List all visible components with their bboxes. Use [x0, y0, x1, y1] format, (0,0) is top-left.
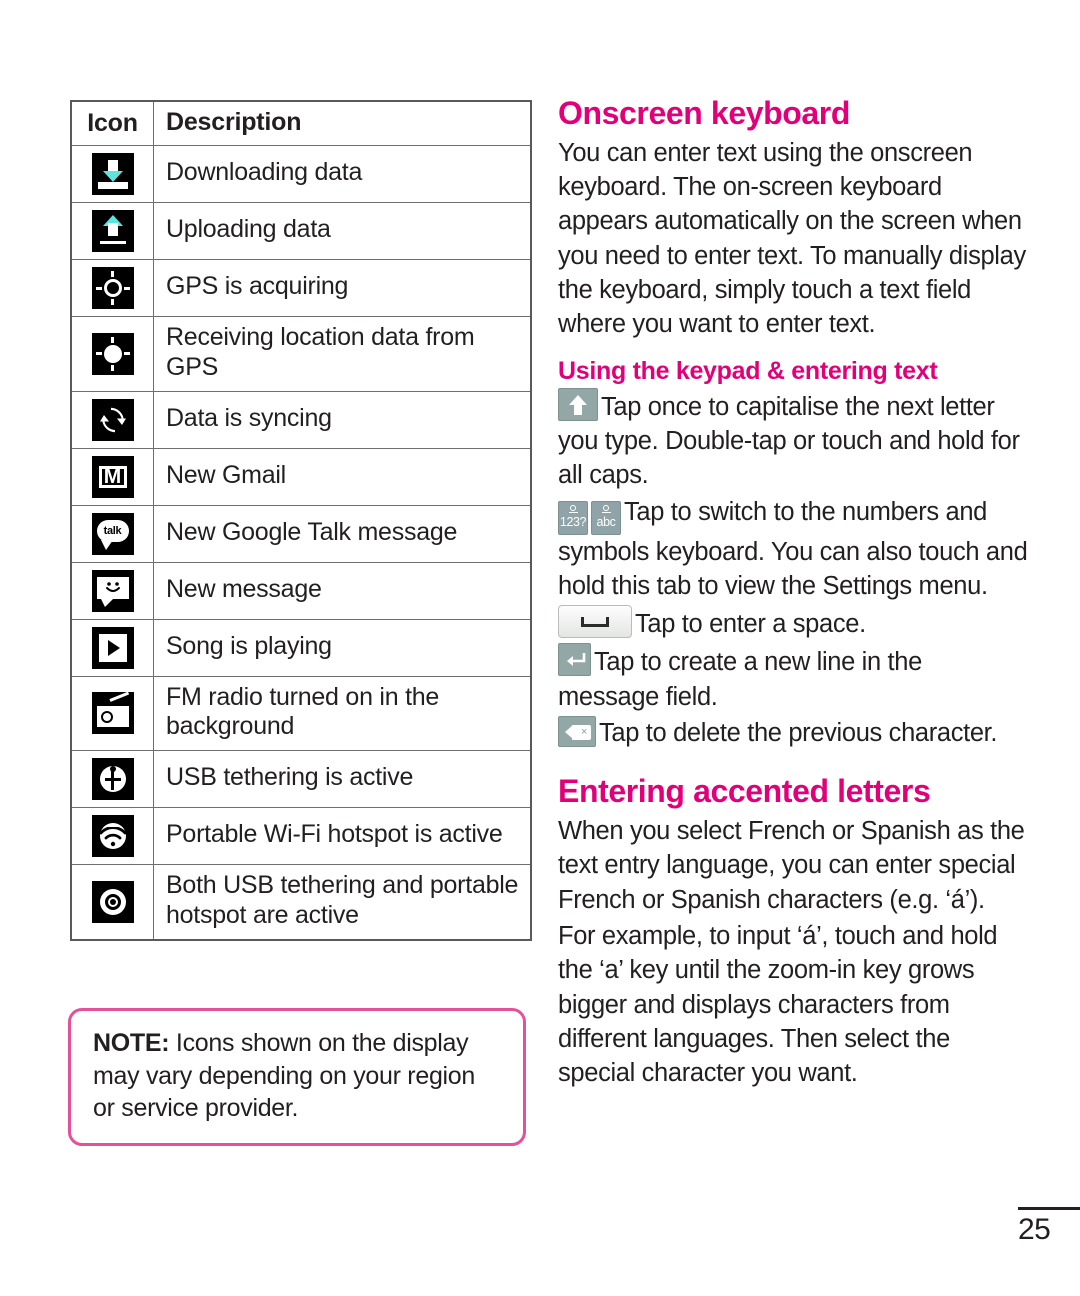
description-cell: USB tethering is active [153, 750, 532, 808]
abc-mode-key-icon: abc [591, 500, 621, 535]
icon-cell [70, 864, 154, 940]
description-cell: Both USB tethering and portable hotspot … [153, 864, 532, 940]
abc-key-label: abc [596, 514, 616, 529]
table-header: Icon Description [70, 100, 532, 146]
description-cell: New Gmail [153, 447, 532, 506]
icon-cell [70, 561, 154, 620]
status-icon-table: Icon Description Downloading data Upload… [70, 100, 532, 941]
icon-cell [70, 202, 154, 260]
gps-acquiring-icon [91, 267, 134, 309]
table-row: M New Gmail [70, 447, 532, 506]
upload-arrow-icon [91, 210, 134, 252]
column-header-description: Description [153, 100, 532, 146]
table-row: Both USB tethering and portable hotspot … [70, 864, 532, 940]
keypad-item-enter: Tap to create a new line in the message … [558, 643, 1028, 714]
description-cell: Song is playing [153, 618, 532, 677]
subsection-heading-using-keypad: Using the keypad & entering text [558, 356, 938, 385]
icon-cell [70, 750, 154, 808]
talk-label: talk [96, 519, 129, 542]
description-cell: Portable Wi-Fi hotspot is active [153, 807, 532, 865]
sync-icon [91, 398, 134, 441]
keypad-item-delete: × Tap to delete the previous character. [558, 715, 1028, 750]
keypad-item-shift-text: Tap once to capitalise the next letter y… [558, 392, 1020, 490]
icon-cell: talk [70, 504, 154, 563]
keypad-item-mode-switch: 123? abc Tap to switch to the numbers and … [558, 495, 1028, 604]
icon-cell [70, 316, 154, 392]
table-row: Uploading data [70, 202, 532, 260]
smiley-face [96, 576, 129, 599]
gmail-letter: M [98, 465, 127, 488]
keypad-item-space-text: Tap to enter a space. [635, 610, 866, 639]
note-callout: NOTE: Icons shown on the display may var… [68, 1008, 526, 1146]
download-arrow-icon [91, 153, 134, 195]
description-cell: Downloading data [153, 145, 532, 203]
new-message-icon [91, 569, 134, 612]
description-cell: New message [153, 561, 532, 620]
icon-cell [70, 618, 154, 677]
left-column: Icon Description Downloading data Upload… [70, 100, 535, 941]
table-row: talk New Google Talk message [70, 504, 532, 563]
gmail-icon: M [91, 455, 134, 498]
space-key-icon [558, 605, 632, 639]
table-body: Downloading data Uploading data GPS is a… [70, 145, 532, 940]
wifi-hotspot-icon [91, 815, 134, 857]
page-number: 25 [1018, 1213, 1051, 1246]
table-row: New message [70, 561, 532, 620]
keypad-item-mode-switch-text: Tap to switch to the numbers and symbols… [558, 497, 1028, 600]
google-talk-icon: talk [91, 512, 134, 555]
keypad-item-space: Tap to enter a space. [558, 605, 1028, 641]
numbers-mode-key-icon: 123? [558, 500, 588, 535]
play-icon [91, 626, 134, 669]
table-row: GPS is acquiring [70, 259, 532, 317]
table-row: FM radio turned on in the background [70, 675, 532, 751]
numbers-key-label: 123? [559, 514, 587, 529]
table-row: Portable Wi-Fi hotspot is active [70, 807, 532, 865]
note-label: NOTE: [93, 1029, 170, 1057]
table-row: Receiving location data from GPS [70, 316, 532, 392]
accented-paragraph-2: For example, to input ‘á’, touch and hol… [558, 922, 998, 1088]
table-row: USB tethering is active [70, 750, 532, 808]
description-cell: FM radio turned on in the background [153, 675, 532, 751]
description-cell: New Google Talk message [153, 504, 532, 563]
icon-cell [70, 675, 154, 751]
description-cell: GPS is acquiring [153, 259, 532, 317]
keypad-item-enter-text: Tap to create a new line in the message … [558, 648, 922, 711]
icon-cell [70, 145, 154, 203]
table-row: Downloading data [70, 145, 532, 203]
delete-x-glyph: × [580, 725, 588, 738]
shift-key-icon [558, 387, 598, 421]
keypad-item-delete-text: Tap to delete the previous character. [599, 718, 998, 747]
description-cell: Data is syncing [153, 390, 532, 449]
column-header-icon: Icon [70, 100, 154, 146]
keypad-item-shift: Tap once to capitalise the next letter y… [558, 387, 1028, 493]
table-header-row: Icon Description [70, 100, 532, 146]
section-heading-accented-letters: Entering accented letters [558, 773, 931, 810]
section-heading-onscreen-keyboard: Onscreen keyboard [558, 95, 850, 131]
icon-cell [70, 259, 154, 317]
icon-cell [70, 390, 154, 449]
usb-tethering-icon [91, 758, 134, 800]
description-cell: Uploading data [153, 202, 532, 260]
delete-key-icon: × [558, 715, 596, 747]
accented-paragraph-1: When you select French or Spanish as the… [558, 817, 1025, 914]
tethering-and-hotspot-icon [91, 880, 134, 923]
description-cell: Receiving location data from GPS [153, 316, 532, 392]
fm-radio-icon [91, 691, 134, 735]
icon-cell [70, 807, 154, 865]
table-row: Data is syncing [70, 390, 532, 449]
gps-receiving-icon [91, 332, 134, 375]
manual-page: Icon Description Downloading data Upload… [0, 0, 1080, 1296]
enter-key-icon [558, 643, 591, 677]
icon-cell: M [70, 447, 154, 506]
onscreen-keyboard-intro: You can enter text using the onscreen ke… [558, 138, 1026, 339]
table-row: Song is playing [70, 618, 532, 677]
right-column: Onscreen keyboard You can enter text usi… [558, 95, 1028, 1090]
footer-rule [1018, 1207, 1080, 1210]
